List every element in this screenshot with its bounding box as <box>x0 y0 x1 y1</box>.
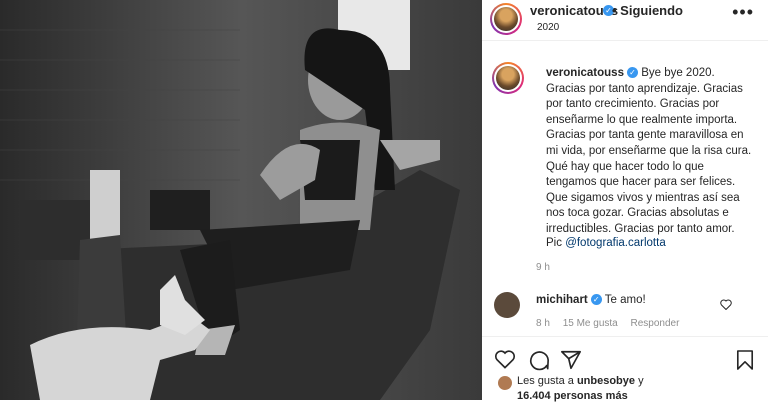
likes-count[interactable]: 16.404 personas más <box>517 390 628 402</box>
caption-text: Bye bye 2020. Gracias por tanto aprendiz… <box>546 67 752 235</box>
liker-avatar[interactable] <box>498 376 512 390</box>
more-icon: ••• <box>732 2 754 22</box>
post-header: veronicatouss ✓ • Siguiendo 2020 ••• <box>482 0 768 41</box>
comment-icon[interactable] <box>528 349 550 376</box>
reply-button[interactable]: Responder <box>631 318 680 329</box>
following-label: Siguiendo <box>620 3 684 18</box>
heart-icon[interactable] <box>494 349 516 374</box>
commenter-username[interactable]: michihart <box>536 294 588 306</box>
comment: michihart ✓ Te amo! <box>536 294 646 306</box>
comment-text: Te amo! <box>604 294 646 306</box>
verified-icon: ✓ <box>590 294 602 305</box>
photo-credit: Pic @fotografia.carlotta <box>546 237 666 249</box>
photographer-mention-link[interactable]: @fotografia.carlotta <box>565 237 666 249</box>
verified-icon: ✓ <box>626 67 638 78</box>
share-icon[interactable] <box>560 349 582 376</box>
likes-conjunction: y <box>638 375 644 387</box>
post-photo[interactable] <box>0 0 482 400</box>
following-button[interactable]: • Siguiendo <box>612 3 683 18</box>
comment-like-heart-icon[interactable] <box>720 297 732 315</box>
caption-author-avatar[interactable] <box>492 62 524 94</box>
commenter-avatar[interactable] <box>494 292 520 318</box>
comment-likes-count[interactable]: 15 Me gusta <box>563 318 618 329</box>
caption-username[interactable]: veronicatouss <box>546 67 624 79</box>
bookmark-icon[interactable] <box>736 349 754 376</box>
instagram-post-view: veronicatouss ✓ • Siguiendo 2020 ••• ver… <box>0 0 768 402</box>
caption-timestamp[interactable]: 9 h <box>536 262 550 273</box>
comment-timestamp[interactable]: 8 h <box>536 318 550 329</box>
liker-username[interactable]: unbesobye <box>577 375 635 387</box>
likes-prefix: Les gusta a <box>517 375 574 387</box>
location-link[interactable]: 2020 <box>537 22 559 33</box>
photo-credit-prefix: Pic <box>546 237 562 249</box>
post-photo-graphic <box>0 0 482 400</box>
post-side-panel: veronicatouss ✓ • Siguiendo 2020 ••• ver… <box>482 0 768 402</box>
author-avatar[interactable] <box>490 3 522 35</box>
more-options-button[interactable]: ••• <box>732 2 754 23</box>
post-caption: veronicatouss ✓ Bye bye 2020. Gracias por… <box>546 66 756 238</box>
comment-meta: 8 h 15 Me gusta Responder <box>536 318 689 329</box>
